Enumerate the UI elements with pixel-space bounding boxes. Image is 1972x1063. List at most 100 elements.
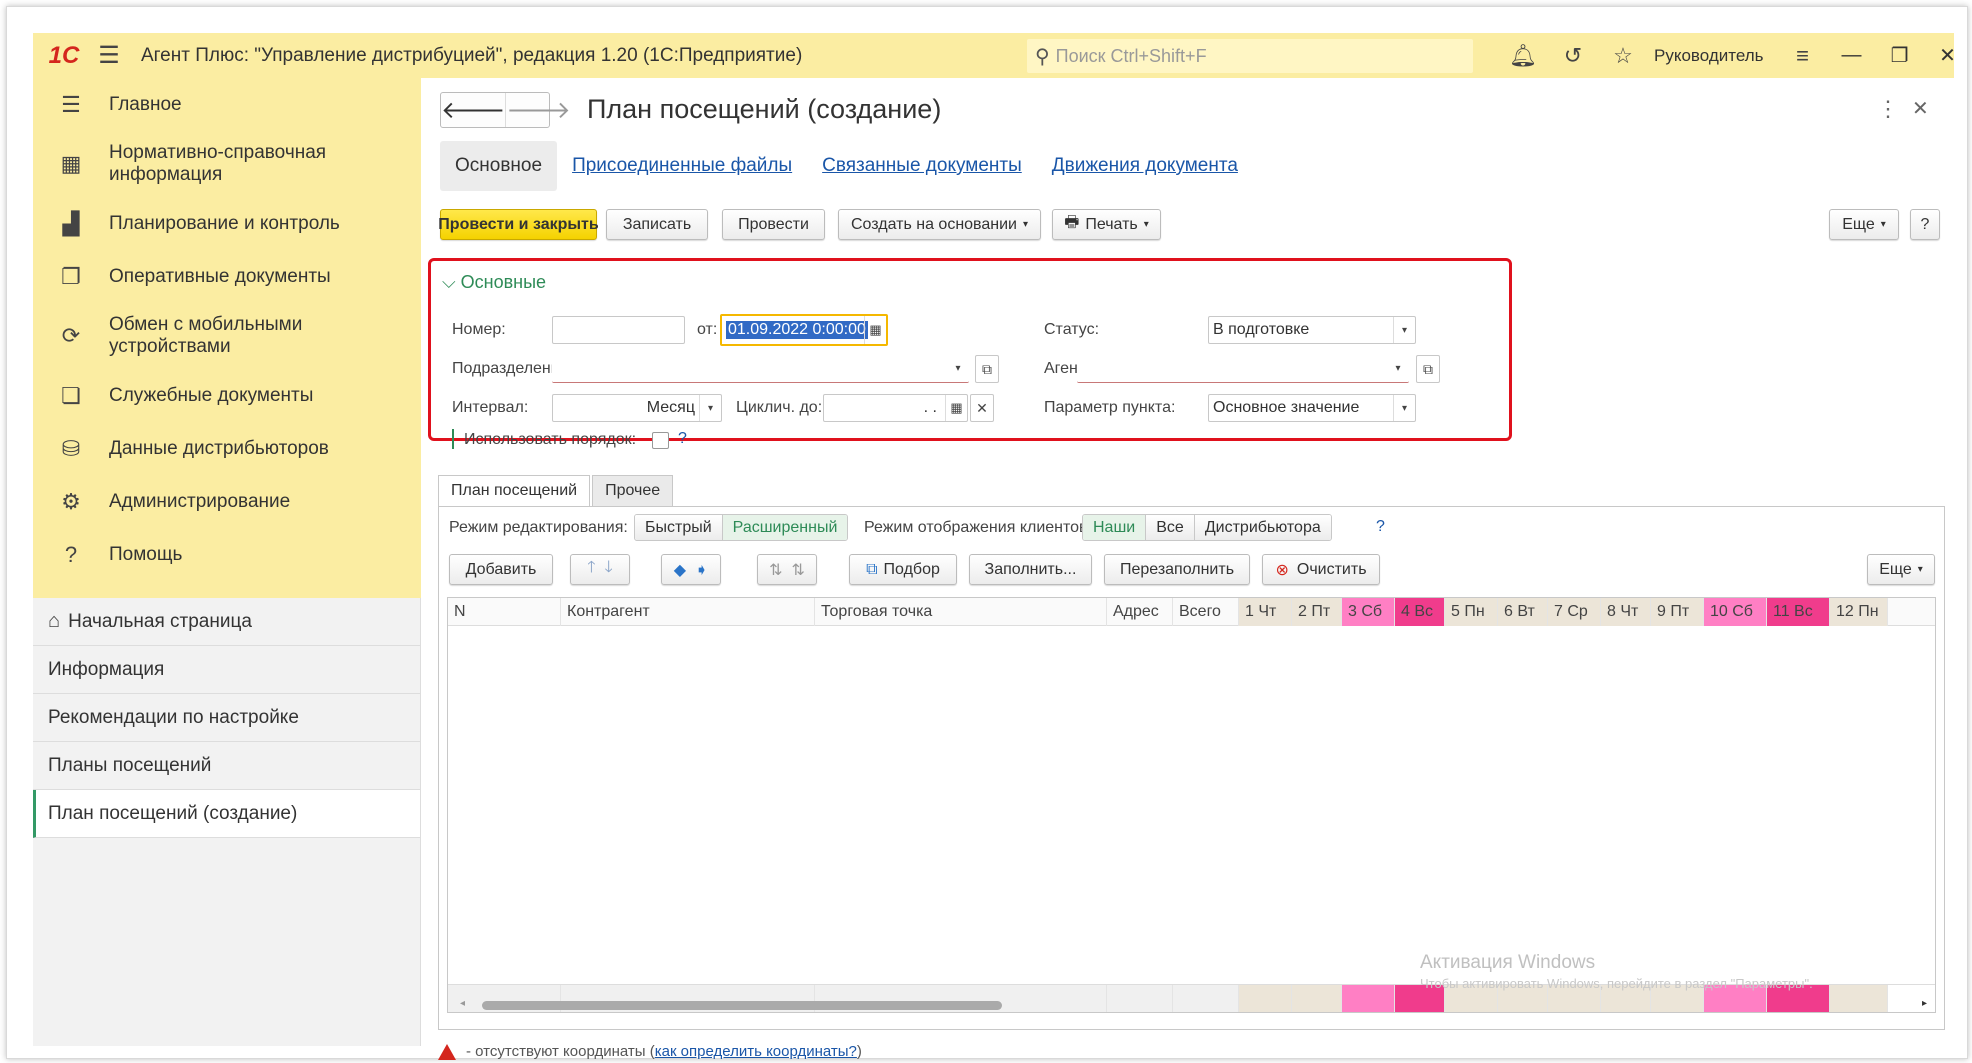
section-service-docs[interactable]: ❏ Служебные документы [33, 369, 421, 422]
column-day[interactable]: 10 Сб [1704, 598, 1767, 626]
edit-mode-extended[interactable]: Расширенный [722, 515, 848, 540]
user-name[interactable]: Руководитель [1654, 46, 1764, 66]
calendar-icon[interactable]: ▦ [864, 316, 886, 344]
division-field[interactable]: ▾ [552, 355, 969, 383]
help-button[interactable]: ? [1910, 209, 1940, 240]
chevron-down-icon[interactable]: ▾ [699, 395, 721, 421]
scroll-left-icon[interactable]: ◂ [460, 998, 465, 1009]
refill-button[interactable]: Перезаполнить [1104, 554, 1250, 585]
section-help[interactable]: ? Помощь [33, 528, 421, 581]
nav-visit-plans[interactable]: Планы посещений [33, 742, 420, 790]
column-day[interactable]: 2 Пт [1292, 598, 1342, 626]
column-trade-point[interactable]: Торговая точка [815, 598, 1107, 626]
point-param-field[interactable]: Основное значение ▾ [1208, 394, 1416, 422]
agent-field[interactable]: ▾ [1077, 355, 1409, 383]
column-day[interactable]: 9 Пт [1651, 598, 1704, 626]
tab-doc-movements[interactable]: Движения документа [1037, 141, 1253, 191]
nav-information[interactable]: Информация [33, 646, 420, 694]
close-form-icon[interactable]: ✕ [1912, 96, 1929, 121]
column-day[interactable]: 7 Ср [1548, 598, 1601, 626]
section-planning[interactable]: ▟ Планирование и контроль [33, 197, 421, 250]
more-vertical-icon[interactable]: ⋮ [1877, 96, 1899, 122]
cycle-date-field[interactable]: . . ▦ [823, 394, 968, 422]
column-day[interactable]: 3 Сб [1342, 598, 1395, 626]
display-mode-distributor[interactable]: Дистрибьютора [1194, 515, 1331, 540]
clear-button[interactable]: ⊗ Очистить [1262, 554, 1380, 585]
display-mode-help[interactable]: ? [1376, 518, 1385, 536]
scroll-thumb[interactable] [482, 1001, 1002, 1010]
tab-other[interactable]: Прочее [592, 475, 674, 506]
column-day[interactable]: 11 Вс [1767, 598, 1830, 626]
star-icon[interactable]: ☆ [1598, 43, 1648, 69]
column-total[interactable]: Всего [1173, 598, 1239, 626]
column-day[interactable]: 1 Чт [1239, 598, 1292, 626]
nav-visit-plan-create[interactable]: План посещений (создание) [33, 790, 420, 838]
column-day[interactable]: 12 Пн [1830, 598, 1888, 626]
calendar-icon[interactable]: ▦ [945, 395, 967, 421]
search-input[interactable]: ⚲ Поиск Ctrl+Shift+F [1027, 39, 1473, 73]
chevron-down-icon[interactable]: ▾ [1393, 317, 1415, 343]
chevron-down-icon[interactable]: ▾ [1387, 355, 1409, 382]
settings-menu-icon[interactable]: ≡ [1778, 43, 1828, 69]
column-day[interactable]: 6 Вт [1498, 598, 1548, 626]
chevron-down-icon[interactable]: ▾ [1393, 395, 1415, 421]
tab-main[interactable]: Основное [440, 141, 558, 191]
edit-mode-fast[interactable]: Быстрый [635, 515, 723, 540]
sort-buttons[interactable]: ⇅ ⇅ [757, 554, 817, 585]
number-field[interactable] [552, 316, 685, 344]
history-icon[interactable]: ↺ [1548, 43, 1598, 69]
tab-attached-files[interactable]: Присоединенные файлы [557, 141, 807, 191]
coordinates-help-link[interactable]: как определить координаты? [655, 1043, 857, 1060]
section-operational-docs[interactable]: ❐ Оперативные документы [33, 250, 421, 303]
print-button[interactable]: 🖶 Печать ▾ [1052, 209, 1161, 240]
nav-home[interactable]: ⌂ Начальная страница [33, 598, 420, 646]
column-address[interactable]: Адрес [1107, 598, 1173, 626]
column-day[interactable]: 8 Чт [1601, 598, 1651, 626]
tab-related-docs[interactable]: Связанные документы [807, 141, 1037, 191]
grid-more-button[interactable]: Еще ▾ [1867, 554, 1935, 585]
use-order-checkbox[interactable] [652, 432, 669, 449]
open-agent-icon[interactable]: ⧉ [1416, 355, 1440, 383]
visit-plan-table[interactable]: N Контрагент Торговая точка Адрес Всего … [447, 597, 1936, 1013]
section-mobile-exchange[interactable]: ⟳ Обмен с мобильными устройствами [33, 303, 421, 369]
forward-arrow-icon[interactable]: 🡒 [505, 93, 571, 127]
main-menu-icon[interactable]: ☰ [89, 41, 129, 70]
scroll-right-icon[interactable]: ▸ [1922, 998, 1927, 1009]
open-division-icon[interactable]: ⧉ [975, 355, 999, 383]
status-field[interactable]: В подготовке ▾ [1208, 316, 1416, 344]
section-main[interactable]: ☰ Главное [33, 78, 421, 131]
section-distributors[interactable]: ⛁ Данные дистрибьюторов [33, 422, 421, 475]
group-main-header[interactable]: ⌵ Основные [442, 272, 546, 293]
bell-icon[interactable]: 🔔︎ [1498, 43, 1548, 69]
horizontal-scrollbar[interactable]: ◂ ▸ [448, 998, 1935, 1012]
add-button[interactable]: Добавить [449, 554, 553, 585]
tab-visit-plan[interactable]: План посещений [438, 475, 591, 506]
back-arrow-icon[interactable]: 🡐 [441, 93, 505, 127]
create-based-button[interactable]: Создать на основании ▾ [838, 209, 1041, 240]
restore-icon[interactable]: ❐ [1876, 43, 1924, 68]
nav-recommendations[interactable]: Рекомендации по настройке [33, 694, 420, 742]
display-mode-ours[interactable]: Наши [1083, 515, 1147, 540]
minimize-icon[interactable]: — [1828, 44, 1876, 67]
section-catalogs[interactable]: ▦ Нормативно-справочная информация [33, 131, 421, 197]
column-counterparty[interactable]: Контрагент [561, 598, 815, 626]
column-day[interactable]: 5 Пн [1445, 598, 1498, 626]
pick-button[interactable]: ⧉ Подбор [849, 554, 957, 585]
display-mode-all[interactable]: Все [1146, 515, 1195, 540]
post-and-close-button[interactable]: Провести и закрыть [438, 209, 599, 240]
date-field[interactable]: 01.09.2022 0:00:00 ▦ [720, 314, 888, 346]
save-button[interactable]: Записать [606, 209, 708, 240]
chevron-down-icon[interactable]: ▾ [947, 355, 969, 382]
fill-button[interactable]: Заполнить... [969, 554, 1092, 585]
column-day[interactable]: 4 Вс [1395, 598, 1445, 626]
column-n[interactable]: N [448, 598, 561, 626]
use-order-help[interactable]: ? [678, 430, 687, 448]
close-window-icon[interactable]: ✕ [1924, 43, 1972, 68]
clear-cycle-icon[interactable]: ✕ [970, 394, 994, 422]
move-up-down-buttons[interactable]: 🡑 🡓 [570, 554, 630, 585]
move-left-right-buttons[interactable]: ◆ ➧ [661, 554, 721, 585]
post-button[interactable]: Провести [722, 209, 825, 240]
interval-field[interactable]: Месяц ▾ [552, 394, 722, 422]
more-button[interactable]: Еще ▾ [1829, 209, 1899, 240]
section-administration[interactable]: ⚙ Администрирование [33, 475, 421, 528]
